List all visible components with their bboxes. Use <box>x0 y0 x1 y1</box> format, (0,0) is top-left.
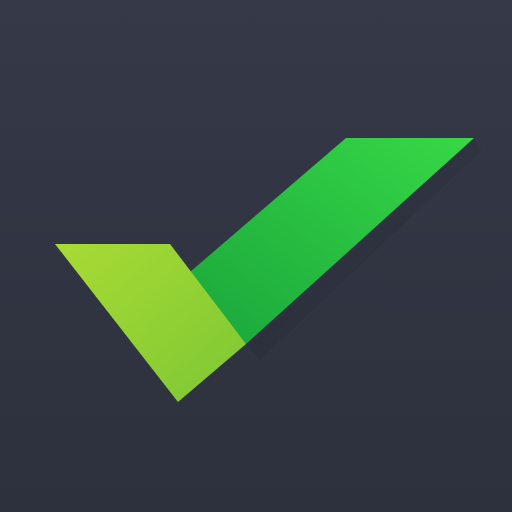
checkmark-long-stroke <box>190 138 474 344</box>
app-icon <box>0 0 512 512</box>
checkmark-icon <box>55 138 482 402</box>
